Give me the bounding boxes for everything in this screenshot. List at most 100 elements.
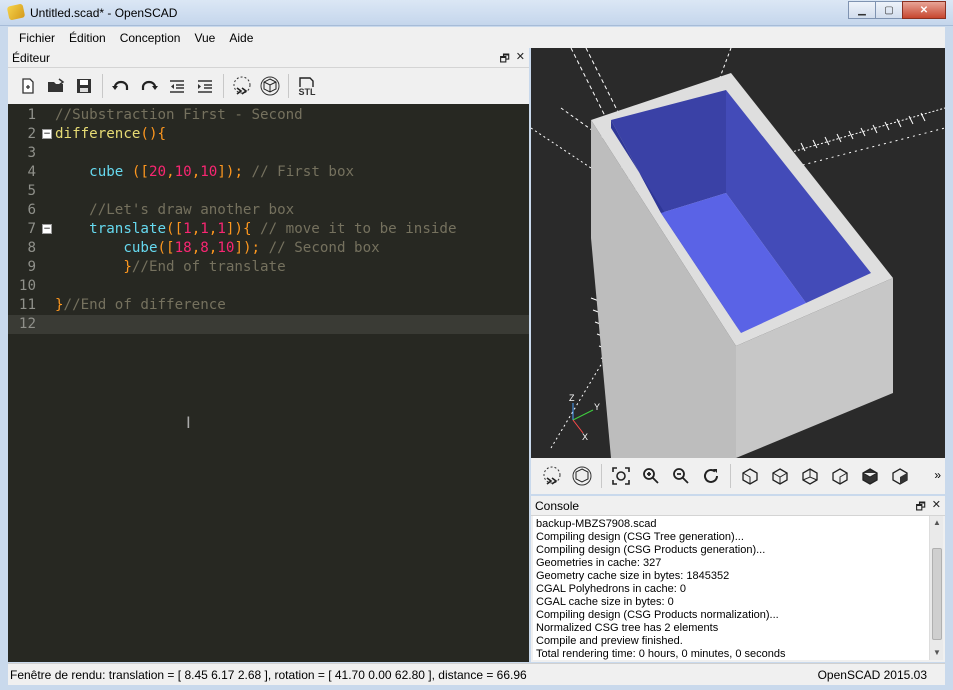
export-stl-label: STL	[298, 86, 316, 97]
toolbar-separator	[223, 74, 224, 98]
line-number: 7	[27, 221, 36, 237]
line-number: 8	[27, 240, 36, 256]
view-front-button[interactable]	[855, 461, 885, 491]
editor-float-icon[interactable]: 🗗	[499, 50, 509, 69]
code-token: //Substraction First - Second	[55, 107, 303, 123]
open-file-button[interactable]	[42, 72, 70, 100]
render-button[interactable]	[256, 72, 284, 100]
undo-button[interactable]	[107, 72, 135, 100]
code-token: }	[55, 297, 64, 313]
zoom-out-button[interactable]	[666, 461, 696, 491]
view-front-icon	[862, 468, 878, 485]
3d-viewport[interactable]: Z Y X	[531, 48, 945, 458]
view-top-button[interactable]	[765, 461, 795, 491]
vp-render-button[interactable]	[567, 461, 597, 491]
code-line[interactable]: 6 //Let's draw another box	[8, 201, 529, 220]
console-line: CGAL Polyhedrons in cache: 0	[536, 583, 687, 595]
line-number: 11	[18, 297, 36, 313]
undo-icon	[112, 80, 129, 90]
view-all-button[interactable]	[606, 461, 636, 491]
scroll-down-icon[interactable]: ▼	[930, 646, 944, 660]
toolbar-separator	[102, 74, 103, 98]
line-number: 2	[27, 126, 36, 142]
code-token: // move it to be inside	[260, 221, 457, 237]
console-line: backup-MBZS7908.scad	[536, 518, 657, 530]
line-number: 9	[27, 259, 36, 275]
code-line[interactable]: 5	[8, 182, 529, 201]
code-line[interactable]: 2− difference(){	[8, 125, 529, 144]
code-token: //End of translate	[131, 259, 286, 275]
redo-button[interactable]	[135, 72, 163, 100]
view-bottom-button[interactable]	[795, 461, 825, 491]
code-token: ,	[191, 164, 201, 180]
view-back-button[interactable]	[885, 461, 915, 491]
toolbar-more-button[interactable]: »	[934, 468, 941, 482]
save-button[interactable]	[70, 72, 98, 100]
unindent-icon	[170, 80, 184, 93]
console-line: Geometry cache size in bytes: 1845352	[536, 570, 730, 582]
new-file-button[interactable]	[14, 72, 42, 100]
code-line[interactable]: 9 }//End of translate	[8, 258, 529, 277]
menu-edition[interactable]: Édition	[62, 31, 113, 45]
line-number: 4	[27, 164, 36, 180]
scroll-up-icon[interactable]: ▲	[930, 516, 944, 530]
code-token: ([	[131, 164, 149, 180]
code-token: 10	[174, 164, 192, 180]
vp-preview-button[interactable]	[537, 461, 567, 491]
scroll-thumb[interactable]	[932, 548, 942, 640]
reset-view-icon	[704, 468, 718, 483]
redo-icon	[141, 80, 158, 90]
code-token: 18	[174, 240, 192, 256]
line-number: 1	[27, 107, 36, 123]
export-stl-button[interactable]: STL	[293, 72, 321, 100]
view-left-button[interactable]	[825, 461, 855, 491]
code-line[interactable]: 3	[8, 144, 529, 163]
view-right-button[interactable]	[735, 461, 765, 491]
code-line[interactable]: 10	[8, 277, 529, 296]
code-line[interactable]: 8 cube([18,8,10]); // Second box	[8, 239, 529, 258]
fold-toggle-icon[interactable]: −	[42, 129, 52, 139]
maximize-button[interactable]: ▢	[875, 1, 903, 19]
console-float-icon[interactable]: 🗗	[915, 498, 925, 517]
editor-close-icon[interactable]: ✕	[516, 50, 525, 69]
menu-aide[interactable]: Aide	[222, 31, 260, 45]
code-line[interactable]: 11}//End of difference	[8, 296, 529, 315]
fold-toggle-icon[interactable]: −	[42, 224, 52, 234]
code-line[interactable]: 12	[8, 315, 529, 334]
axis-label-y: Y	[594, 402, 600, 412]
line-number: 12	[18, 316, 36, 332]
code-token: 20	[148, 164, 167, 180]
menu-fichier[interactable]: Fichier	[12, 31, 62, 45]
console-output[interactable]: backup-MBZS7908.scad Compiling design (C…	[533, 516, 929, 660]
console-line: Geometries in cache: 327	[536, 557, 662, 569]
code-line[interactable]: 4 cube ([20,10,10]); // First box	[8, 163, 529, 182]
line-number: 3	[27, 145, 36, 161]
code-token: //End of difference	[63, 297, 226, 313]
code-token: ,	[166, 164, 175, 180]
indent-button[interactable]	[191, 72, 219, 100]
console-title: Console	[535, 498, 580, 513]
minimize-button[interactable]: ▁	[848, 1, 876, 19]
menu-conception[interactable]: Conception	[113, 31, 188, 45]
preview-button[interactable]	[228, 72, 256, 100]
code-token: // Second box	[268, 240, 380, 256]
console-close-icon[interactable]: ✕	[932, 498, 941, 517]
close-window-button[interactable]: ✕	[902, 1, 946, 19]
version-label: OpenSCAD 2015.03	[817, 667, 927, 682]
console-line: Total rendering time: 0 hours, 0 minutes…	[536, 648, 786, 660]
console-scrollbar[interactable]: ▲ ▼	[929, 516, 943, 660]
code-line[interactable]: 1 //Substraction First - Second	[8, 106, 529, 125]
menu-vue[interactable]: Vue	[187, 31, 222, 45]
unindent-button[interactable]	[163, 72, 191, 100]
reset-view-button[interactable]	[696, 461, 726, 491]
code-token: cube	[89, 164, 124, 180]
code-editor[interactable]: 1 //Substraction First - Second 2− differen…	[8, 104, 529, 662]
zoom-in-button[interactable]	[636, 461, 666, 491]
open-file-icon	[48, 78, 65, 92]
code-token: 1	[183, 221, 192, 237]
code-token: ]);	[234, 240, 261, 256]
code-line[interactable]: 7− translate([1,1,1]){ // move it to be …	[8, 220, 529, 239]
title-bar: Untitled.scad* - OpenSCAD ▁ ▢ ✕	[0, 0, 953, 26]
